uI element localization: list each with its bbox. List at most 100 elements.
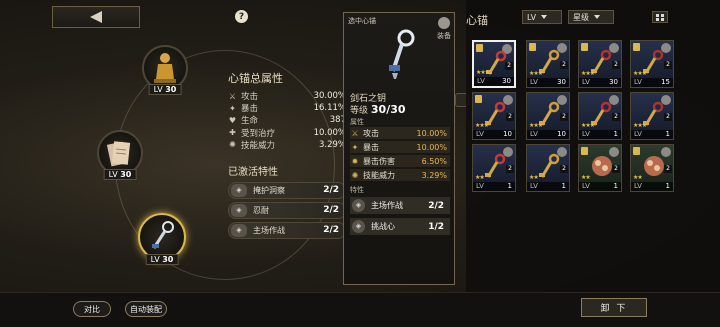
item-level: LV 1: [527, 182, 569, 191]
item-level: LV 15: [631, 78, 673, 87]
item-level: LV 10: [473, 130, 515, 139]
crit-icon: ✦: [351, 142, 359, 152]
golden-statue-icon: [154, 53, 176, 83]
slot-level: LV 30: [148, 84, 182, 95]
silver-key-icon: [152, 221, 174, 249]
anchor-level: 等级 30/30: [350, 103, 406, 116]
trait-row[interactable]: ◈ 主场作战 2/2: [228, 221, 346, 239]
inventory-item[interactable]: 2 ★★★ LV 10: [526, 92, 570, 140]
stat-row: ⚔ 攻击 30.00%: [228, 91, 346, 103]
unequip-button[interactable]: 卸 下: [581, 298, 647, 317]
item-count: 2: [560, 61, 568, 69]
trait-icon: ◈: [352, 220, 365, 233]
trait-icon: ◈: [352, 199, 365, 212]
lock-icon: [581, 147, 588, 155]
trait-icon: ◈: [231, 223, 247, 237]
power-icon: ✺: [229, 140, 236, 150]
star-rating: ★★: [475, 174, 485, 181]
item-level: LV 10: [527, 130, 569, 139]
help-button[interactable]: ?: [235, 10, 248, 23]
popup-trait-row[interactable]: ◈ 主场作战 2/2: [350, 197, 450, 214]
item-level: LV 30: [474, 77, 514, 86]
star-rating: ★★★: [633, 122, 647, 129]
star-rating: ★★★: [581, 122, 595, 129]
item-level: LV 1: [579, 130, 621, 139]
stat-row: ✦ 暴击 16.11%: [229, 103, 346, 115]
total-stats-title: 心锚总属性: [228, 72, 283, 85]
item-count: 2: [505, 62, 513, 70]
star-rating: ★★: [633, 174, 643, 181]
trait-row[interactable]: ◈ 忍耐 2/2: [228, 201, 346, 219]
active-traits-title: 已激活特性: [228, 166, 278, 178]
inventory-title: 心锚: [466, 14, 488, 27]
auto-equip-button[interactable]: 自动装配: [125, 301, 167, 317]
slot-level: LV 30: [103, 169, 137, 180]
item-level: LV 1: [631, 130, 673, 139]
silver-key-icon: [389, 29, 415, 79]
star-rating: ★★: [581, 174, 591, 181]
inventory-item[interactable]: 2 ★★★ LV 30: [578, 40, 622, 88]
trait-icon: ◈: [231, 183, 247, 197]
anchor-slot-3[interactable]: LV 30: [138, 213, 186, 265]
item-count: 2: [612, 61, 620, 69]
lock-icon: [529, 43, 536, 51]
item-count: 2: [560, 165, 568, 173]
item-count: 2: [506, 165, 514, 173]
stat-row: ✺ 技能威力 3.29%: [229, 139, 346, 151]
total-stats-panel: 心锚总属性 ⚔ 攻击 30.00% ✦ 暴击 16.11% ♥ 生命 387 ✚…: [228, 70, 346, 242]
inventory-item[interactable]: 2 ★★ LV 1: [472, 144, 516, 192]
lock-icon: [581, 43, 588, 51]
lock-icon: [633, 43, 640, 51]
star-rating: ★★★: [475, 122, 489, 129]
inventory-item[interactable]: 2 ★★ LV 1: [578, 144, 622, 192]
slot-level: LV 30: [145, 254, 179, 265]
heart-icon: ♥: [228, 115, 237, 125]
star-rating: ★★: [529, 174, 539, 181]
anchor-slot-2[interactable]: LV 30: [97, 130, 143, 180]
game-screen: ? LV 30 LV 30 LV 30 心锚总属性 ⚔ 攻击 30.00% ✦ …: [0, 0, 720, 327]
sword-icon: ⚔: [228, 91, 237, 101]
key-icon: [485, 153, 506, 178]
item-count: 2: [612, 113, 620, 121]
back-button[interactable]: [52, 6, 140, 28]
item-count: 2: [560, 113, 568, 121]
stat-row: ♥ 生命 387: [228, 115, 346, 127]
inventory-item[interactable]: 2 ★★★ LV 1: [630, 92, 674, 140]
trait-row[interactable]: ◈ 掩护洞察 2/2: [228, 181, 346, 199]
key-icon: [539, 153, 560, 178]
inventory-item[interactable]: 2 ★★★ LV 30: [526, 40, 570, 88]
paper-cards-icon: [106, 141, 131, 167]
chevron-down-icon: [594, 15, 600, 19]
star-rating: ★★★: [581, 70, 595, 77]
attr-label: 属性: [350, 118, 364, 126]
heal-icon: ✚: [229, 128, 236, 138]
anchor-slot-1[interactable]: LV 30: [142, 45, 188, 95]
item-count: 2: [664, 61, 672, 69]
inventory-item[interactable]: 2 ★★★ LV 15: [630, 40, 674, 88]
star-rating: ★★★: [529, 122, 543, 129]
grid-view-button[interactable]: [652, 11, 668, 23]
popup-trait-row[interactable]: ◈ 挑战心 1/2: [350, 218, 450, 235]
lock-icon: [475, 95, 482, 103]
item-count: 2: [664, 113, 672, 121]
inventory-item[interactable]: 2 ★★★ LV 1: [578, 92, 622, 140]
item-level: LV 1: [473, 182, 515, 191]
compare-button[interactable]: 对比: [73, 301, 111, 317]
selected-anchor-popup: 选中心锚 装备 剑石之钥 等级 30/30 属性 ⚔ 攻击 10.00% ✦ 暴…: [343, 12, 469, 285]
sword-icon: ⚔: [351, 128, 359, 138]
inventory-item[interactable]: 2 ★★★ LV 10: [472, 92, 516, 140]
chevron-down-icon: [541, 15, 548, 19]
item-level: LV 1: [631, 182, 673, 191]
star-filter-dropdown[interactable]: 星级: [568, 10, 614, 24]
star-rating: ★★★: [476, 69, 490, 76]
popup-stat-row: ✦ 暴击 10.00%: [350, 141, 450, 153]
inventory-item[interactable]: 2 ★★ LV 1: [526, 144, 570, 192]
item-count: 2: [612, 165, 620, 173]
equipped-label: 装备: [437, 32, 451, 40]
inventory-item[interactable]: 2 ★★ LV 1: [630, 144, 674, 192]
level-filter-dropdown[interactable]: LV: [522, 10, 562, 24]
inventory-item[interactable]: 2 ★★★ LV 30: [472, 40, 516, 88]
back-arrow-icon: [90, 11, 102, 23]
trait-label: 特性: [350, 186, 364, 194]
popup-stat-row: ✺ 技能威力 3.29%: [350, 169, 450, 181]
